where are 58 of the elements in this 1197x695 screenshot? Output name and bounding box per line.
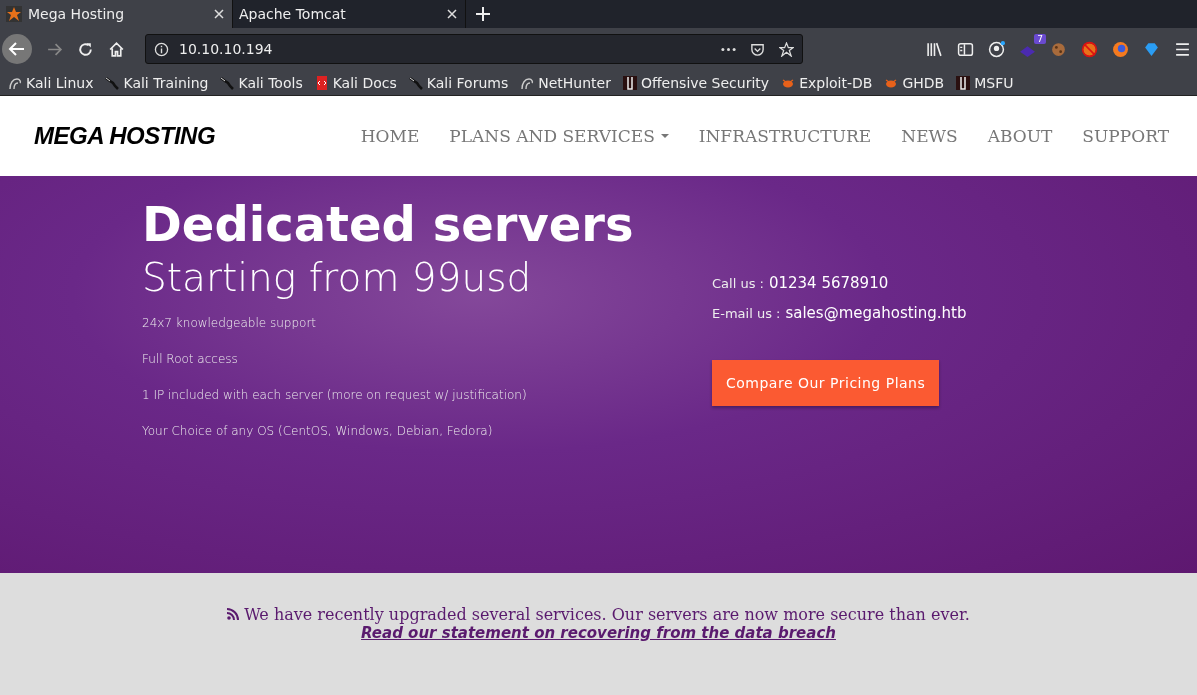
bookmark-item[interactable]: Exploit-DB [781, 74, 873, 91]
contact-label: Call us : [712, 276, 764, 291]
contact-value: 01234 5678910 [768, 274, 889, 292]
nav-link[interactable]: PLANS AND SERVICES [449, 126, 669, 146]
new-tab-icon[interactable] [476, 7, 490, 21]
library-icon[interactable] [926, 40, 943, 58]
address-bar[interactable]: 10.10.10.194 [145, 34, 803, 64]
bookmark-item[interactable]: NetHunter [520, 74, 611, 91]
browser-tab[interactable]: Mega Hosting [0, 0, 233, 28]
bookmark-item[interactable]: Kali Linux [8, 74, 94, 91]
diamond-icon[interactable] [1143, 40, 1160, 58]
home-icon[interactable] [108, 40, 125, 58]
caret-icon [660, 134, 669, 138]
hero-subtitle: Starting from 99usd [142, 254, 533, 302]
feature-text: 1 IP included with each server (more on request w/ justification) [142, 387, 528, 402]
bookmark-item[interactable]: Kali Tools [220, 74, 303, 91]
pocket-icon[interactable] [750, 41, 765, 57]
blade-icon [220, 75, 235, 90]
firefox-icon[interactable] [1112, 40, 1129, 58]
nav-link[interactable]: INFRASTRUCTURE [698, 126, 872, 146]
menu-icon[interactable] [1174, 40, 1191, 58]
blade-icon [408, 75, 423, 90]
bookmark-item[interactable]: GHDB [884, 74, 945, 91]
nav-link[interactable]: ABOUT [987, 126, 1053, 146]
star-icon [6, 6, 22, 22]
rss-icon [227, 607, 240, 620]
statement-link[interactable]: Read our statement on recovering from the data breach [361, 624, 836, 642]
document-icon [314, 75, 329, 90]
contact-value: sales@megahosting.htb [785, 304, 967, 322]
url-text: 10.10.10.194 [179, 41, 273, 57]
nav-link[interactable]: HOME [360, 126, 420, 146]
account-icon[interactable] [988, 40, 1005, 58]
close-icon[interactable] [447, 9, 457, 19]
feature-text: 24x7 knowledgeable support [142, 315, 318, 330]
bookmark-item[interactable]: Kali Forums [408, 74, 509, 91]
feature-text: Your Choice of any OS (CentOS, Windows, Debian, Fedora) [142, 423, 494, 438]
blocked-bug-icon[interactable] [1081, 40, 1098, 58]
bookmark-star-icon[interactable] [779, 41, 794, 57]
site-logo[interactable]: MEGA HOSTING [34, 122, 216, 150]
hero-title: Dedicated servers [142, 198, 635, 251]
notice-text: We have recently upgraded several services. Our servers are now more secure than ever. Read our statement on recovering from the data breach [26, 605, 1171, 643]
contact-label: E-mail us : [712, 306, 781, 321]
bookmark-item[interactable]: MSFU [956, 74, 1014, 91]
bookmark-item[interactable]: Kali Docs [314, 74, 397, 91]
nav-link[interactable]: NEWS [901, 126, 958, 146]
bookmark-item[interactable]: Offensive Security [622, 74, 770, 91]
info-icon [154, 41, 169, 57]
feature-text: Full Root access [142, 351, 239, 366]
blade-icon [105, 75, 120, 90]
nav-link[interactable]: SUPPORT [1082, 126, 1169, 146]
back-icon[interactable] [2, 34, 32, 64]
bookmark-item[interactable]: Kali Training [105, 74, 209, 91]
sidebar-icon[interactable] [957, 40, 974, 58]
close-icon[interactable] [214, 9, 224, 19]
tab-title: Mega Hosting [28, 6, 126, 22]
extension-badge: 7 [1034, 33, 1046, 44]
tab-title: Apache Tomcat [239, 6, 347, 22]
reload-icon[interactable] [77, 40, 94, 58]
